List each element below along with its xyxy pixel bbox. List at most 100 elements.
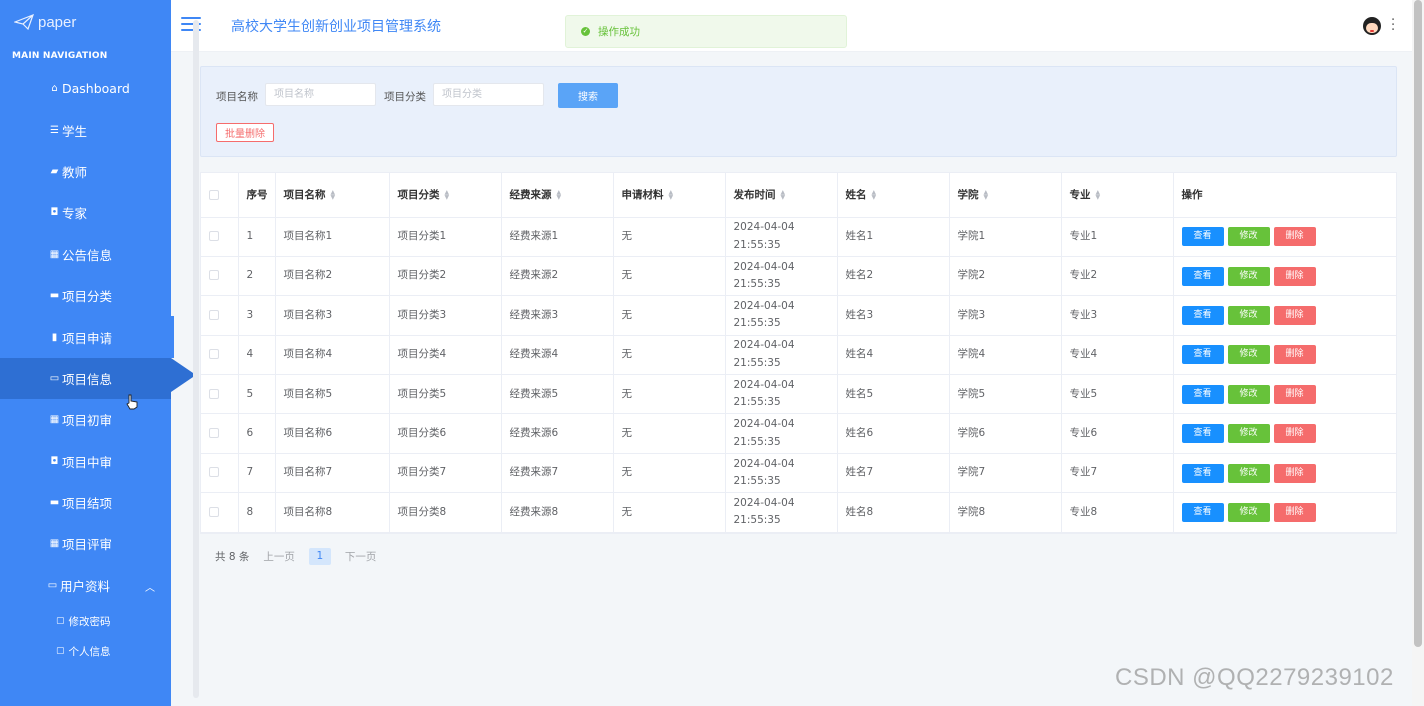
column-header[interactable]: 申请材料 ▲ ▼ [613, 173, 726, 218]
column-header[interactable]: 专业 ▲ ▼ [1061, 173, 1174, 218]
sidebar-subitem-profile[interactable]: ▢ 个人信息 [0, 636, 171, 666]
delete-button[interactable]: 删除 [1273, 227, 1316, 247]
column-label: 申请材料 [621, 189, 664, 202]
cell-person: 姓名3 [837, 295, 950, 336]
category-label: 项目分类 [384, 91, 426, 103]
view-button[interactable]: 查看 [1181, 345, 1224, 365]
select-all-checkbox[interactable] [209, 189, 219, 200]
folder-icon: ▭ [49, 372, 60, 384]
prev-page-button[interactable]: 上一页 [263, 549, 295, 564]
row-checkbox[interactable] [209, 309, 219, 320]
delete-button[interactable]: 删除 [1273, 384, 1316, 404]
scrollbar-thumb[interactable] [1414, 0, 1422, 647]
sidebar-item-label: 项目初审 [62, 413, 113, 429]
row-checkbox[interactable] [209, 467, 219, 478]
sidebar-item[interactable]: ▦ 公告信息 [0, 234, 171, 275]
sort-icon[interactable]: ▲ ▼ [781, 190, 787, 201]
sort-icon[interactable]: ▲ ▼ [557, 190, 563, 201]
sidebar-item[interactable]: ▬ 项目结项 [0, 482, 171, 523]
row-checkbox[interactable] [209, 427, 219, 438]
cell-category: 项目分类5 [389, 374, 502, 415]
row-checkbox[interactable] [209, 388, 219, 399]
page-scrollbar[interactable] [1412, 0, 1424, 706]
sidebar-item[interactable]: ▮ 项目申请 [0, 316, 174, 359]
edit-button[interactable]: 修改 [1227, 463, 1270, 483]
column-label: 专业 [1069, 189, 1091, 202]
view-button[interactable]: 查看 [1181, 266, 1224, 286]
sort-icon[interactable]: ▲ ▼ [331, 190, 337, 201]
search-button[interactable]: 搜索 [558, 83, 618, 108]
cell-person: 姓名7 [837, 453, 950, 494]
project-name-input[interactable] [265, 83, 376, 106]
delete-button[interactable]: 删除 [1273, 424, 1316, 444]
cell-funding: 经费来源2 [501, 256, 614, 297]
view-button[interactable]: 查看 [1181, 305, 1224, 325]
project-category-input[interactable] [433, 83, 544, 106]
view-button[interactable]: 查看 [1181, 384, 1224, 404]
edit-button[interactable]: 修改 [1227, 345, 1270, 365]
delete-button[interactable]: 删除 [1273, 345, 1316, 365]
table-row: 1 项目名称1 项目分类1 经费来源1 无 2024-04-04 21:55:35 姓名1 学… [201, 217, 1396, 257]
column-header[interactable]: 项目分类 ▲ ▼ [389, 173, 502, 218]
row-checkbox[interactable] [209, 270, 219, 281]
edit-button[interactable]: 修改 [1227, 227, 1270, 247]
avatar[interactable] [1363, 17, 1381, 35]
view-button[interactable]: 查看 [1181, 424, 1224, 444]
sort-icon[interactable]: ▲ ▼ [669, 190, 675, 201]
delete-button[interactable]: 删除 [1273, 305, 1316, 325]
delete-button[interactable]: 删除 [1273, 463, 1316, 483]
content-scroll-track[interactable] [193, 20, 199, 698]
edit-button[interactable]: 修改 [1227, 424, 1270, 444]
view-button[interactable]: 查看 [1181, 463, 1224, 483]
column-header[interactable]: 学院 ▲ ▼ [949, 173, 1062, 218]
column-header[interactable]: 姓名 ▲ ▼ [837, 173, 950, 218]
cell-category: 项目分类8 [389, 492, 502, 533]
column-header[interactable]: 发布时间 ▲ ▼ [725, 173, 838, 218]
system-title: 高校大学生创新创业项目管理系统 [231, 19, 441, 35]
row-checkbox[interactable] [209, 506, 219, 517]
cell-college: 学院6 [949, 413, 1062, 454]
sidebar-subitem-change-password[interactable]: ▢ 修改密码 [0, 606, 171, 636]
page-number-current[interactable]: 1 [308, 548, 331, 565]
batch-delete-button[interactable]: 批量删除 [216, 123, 274, 142]
edit-button[interactable]: 修改 [1227, 305, 1270, 325]
sort-icon[interactable]: ▲ ▼ [872, 190, 878, 201]
sidebar-item[interactable]: ▭ 项目信息 [0, 357, 196, 400]
column-header[interactable]: 经费来源 ▲ ▼ [501, 173, 614, 218]
cell-college: 学院4 [949, 335, 1062, 376]
edit-button[interactable]: 修改 [1227, 384, 1270, 404]
brand[interactable]: paper [0, 0, 171, 44]
view-button[interactable]: 查看 [1181, 502, 1224, 522]
edit-button[interactable]: 修改 [1227, 266, 1270, 286]
sidebar-item[interactable]: ▦ 项目初审 [0, 399, 171, 440]
next-page-button[interactable]: 下一页 [345, 549, 377, 564]
sidebar-item[interactable]: ▬ 项目分类 [0, 275, 171, 316]
folder-icon: ▢ [56, 646, 65, 657]
select-cell [201, 492, 239, 533]
sort-icon[interactable]: ▲ ▼ [984, 190, 990, 201]
cell-person: 姓名1 [837, 217, 950, 257]
view-button[interactable]: 查看 [1181, 227, 1224, 247]
more-vertical-icon[interactable]: · · · [1391, 14, 1395, 37]
sidebar-item[interactable]: ◘ 专家 [0, 192, 171, 233]
sidebar-item[interactable]: ⌂ Dashboard [0, 68, 171, 109]
cell-funding: 经费来源8 [501, 492, 614, 533]
cell-time: 2024-04-04 21:55:35 [725, 217, 838, 257]
sort-icon[interactable]: ▲ ▼ [445, 190, 451, 201]
delete-button[interactable]: 删除 [1273, 502, 1316, 522]
row-checkbox[interactable] [209, 230, 219, 241]
row-checkbox[interactable] [209, 349, 219, 360]
sidebar-item[interactable]: ◘ 项目中审 [0, 441, 171, 482]
folder-icon: ▢ [56, 616, 65, 627]
sidebar-item[interactable]: ▰ 教师 [0, 151, 171, 192]
column-header[interactable]: 项目名称 ▲ ▼ [275, 173, 390, 218]
sidebar-group-user-profile[interactable]: ▭ 用户资料 ︿ [0, 565, 171, 606]
sort-icon[interactable]: ▲ ▼ [1096, 190, 1102, 201]
cell-time: 2024-04-04 21:55:35 [725, 256, 838, 297]
delete-button[interactable]: 删除 [1273, 266, 1316, 286]
edit-button[interactable]: 修改 [1227, 502, 1270, 522]
sidebar-item[interactable]: ▦ 项目评审 [0, 523, 171, 564]
sidebar-item[interactable]: ☰ 学生 [0, 109, 171, 150]
column-label: 项目名称 [283, 189, 326, 202]
select-cell [201, 295, 239, 336]
